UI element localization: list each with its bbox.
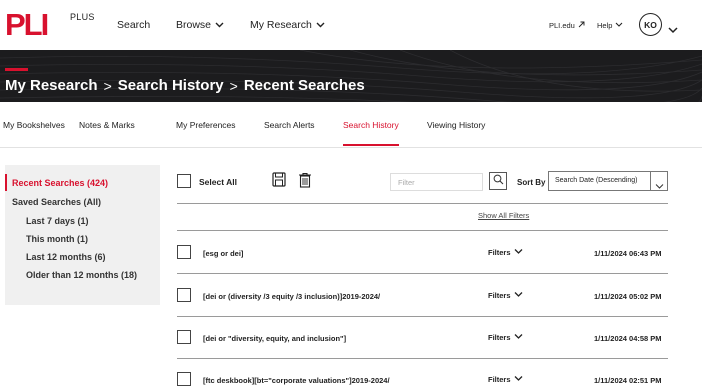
select-all-label: Select All xyxy=(199,177,237,187)
save-icon[interactable] xyxy=(272,172,286,192)
nav-search[interactable]: Search xyxy=(117,19,150,31)
search-query-link[interactable]: [dei or "diversity, equity, and inclusio… xyxy=(203,334,346,343)
breadcrumb-recent-searches: Recent Searches xyxy=(243,77,365,94)
sidebar-item-this-month[interactable]: This month (1) xyxy=(26,234,88,244)
search-query-link[interactable]: [ftc deskbook][bt="corporate valuations"… xyxy=(203,376,390,385)
page-banner xyxy=(0,50,702,102)
row-checkbox[interactable] xyxy=(177,245,191,259)
row-filters-toggle[interactable]: Filters xyxy=(488,248,523,257)
pli-edu-link[interactable]: PLI.edu xyxy=(549,21,585,30)
breadcrumb-separator: > xyxy=(103,77,112,94)
row-checkbox[interactable] xyxy=(177,372,191,386)
pli-edu-label: PLI.edu xyxy=(549,21,575,30)
chevron-down-icon[interactable] xyxy=(668,21,678,39)
chevron-down-icon xyxy=(215,21,224,29)
breadcrumb-my-research[interactable]: My Research xyxy=(5,77,98,94)
divider xyxy=(177,358,668,359)
filter-input[interactable] xyxy=(390,173,483,191)
row-filters-label: Filters xyxy=(488,291,511,300)
divider xyxy=(177,203,668,204)
trash-icon[interactable] xyxy=(298,172,312,193)
search-icon xyxy=(493,172,504,190)
row-filters-toggle[interactable]: Filters xyxy=(488,375,523,384)
row-checkbox[interactable] xyxy=(177,288,191,302)
chevron-down-icon xyxy=(316,21,325,29)
row-filters-label: Filters xyxy=(488,375,511,384)
chevron-down-icon xyxy=(655,177,664,195)
sort-select-divider xyxy=(650,172,651,190)
sidebar-item-older-than-12-months[interactable]: Older than 12 months (18) xyxy=(26,270,137,280)
sidebar-item-saved-searches[interactable]: Saved Searches (All) xyxy=(12,197,101,207)
tab-search-history[interactable]: Search History xyxy=(343,120,399,130)
filter-search-button[interactable] xyxy=(489,172,507,190)
chevron-down-icon xyxy=(514,375,523,384)
banner-texture xyxy=(0,50,702,102)
user-avatar[interactable]: KO xyxy=(639,13,662,36)
logo-plus: PLUS xyxy=(70,12,95,22)
active-tab-indicator xyxy=(343,144,399,146)
external-link-icon xyxy=(578,21,585,30)
tab-my-preferences[interactable]: My Preferences xyxy=(176,120,236,130)
chevron-down-icon xyxy=(615,21,623,30)
row-filters-toggle[interactable]: Filters xyxy=(488,291,523,300)
search-date: 1/11/2024 02:51 PM xyxy=(594,376,662,385)
divider xyxy=(177,230,668,231)
row-filters-label: Filters xyxy=(488,248,511,257)
search-date: 1/11/2024 06:43 PM xyxy=(594,249,662,258)
show-all-filters-link[interactable]: Show All Filters xyxy=(478,211,529,220)
nav-my-research[interactable]: My Research xyxy=(250,19,325,31)
nav-search-label: Search xyxy=(117,19,151,31)
search-query-link[interactable]: [esg or dei] xyxy=(203,249,243,258)
breadcrumb: My Research > Search History > Recent Se… xyxy=(5,77,365,94)
breadcrumb-search-history[interactable]: Search History xyxy=(118,77,224,94)
tab-my-bookshelves[interactable]: My Bookshelves xyxy=(3,120,65,130)
tab-search-alerts[interactable]: Search Alerts xyxy=(264,120,315,130)
search-date: 1/11/2024 05:02 PM xyxy=(594,292,662,301)
divider xyxy=(177,273,668,274)
divider xyxy=(177,316,668,317)
sidebar-item-recent-searches[interactable]: Recent Searches (424) xyxy=(12,178,108,188)
sidebar-item-last-7-days[interactable]: Last 7 days (1) xyxy=(26,216,89,226)
chevron-down-icon xyxy=(514,291,523,300)
sort-select-value: Search Date (Descending) xyxy=(555,177,638,184)
help-menu[interactable]: Help xyxy=(597,21,623,30)
breadcrumb-separator: > xyxy=(229,77,238,94)
row-checkbox[interactable] xyxy=(177,330,191,344)
top-navigation: PLI PLUS Search Browse My Research PLI.e… xyxy=(0,0,702,50)
nav-browse-label: Browse xyxy=(176,19,212,31)
banner-accent-bar xyxy=(5,68,28,71)
sort-select[interactable]: Search Date (Descending) xyxy=(548,171,668,191)
search-date: 1/11/2024 04:58 PM xyxy=(594,334,662,343)
row-filters-label: Filters xyxy=(488,333,511,342)
help-label: Help xyxy=(597,21,613,30)
chevron-down-icon xyxy=(514,333,523,342)
search-query-link[interactable]: [dei or (diversity /3 equity /3 inclusio… xyxy=(203,292,380,301)
pli-logo[interactable]: PLI xyxy=(5,9,49,41)
nav-my-research-label: My Research xyxy=(250,19,312,31)
nav-browse[interactable]: Browse xyxy=(176,19,224,31)
chevron-down-icon xyxy=(514,248,523,257)
sort-by-label: Sort By xyxy=(517,178,546,187)
select-all-checkbox[interactable] xyxy=(177,174,191,188)
sidebar-item-last-12-months[interactable]: Last 12 months (6) xyxy=(26,252,106,262)
sidebar-active-indicator xyxy=(5,174,7,191)
tab-viewing-history[interactable]: Viewing History xyxy=(427,120,485,130)
sub-navigation: My Bookshelves Notes & Marks My Preferen… xyxy=(0,102,702,148)
row-filters-toggle[interactable]: Filters xyxy=(488,333,523,342)
tab-notes-marks[interactable]: Notes & Marks xyxy=(79,120,135,130)
